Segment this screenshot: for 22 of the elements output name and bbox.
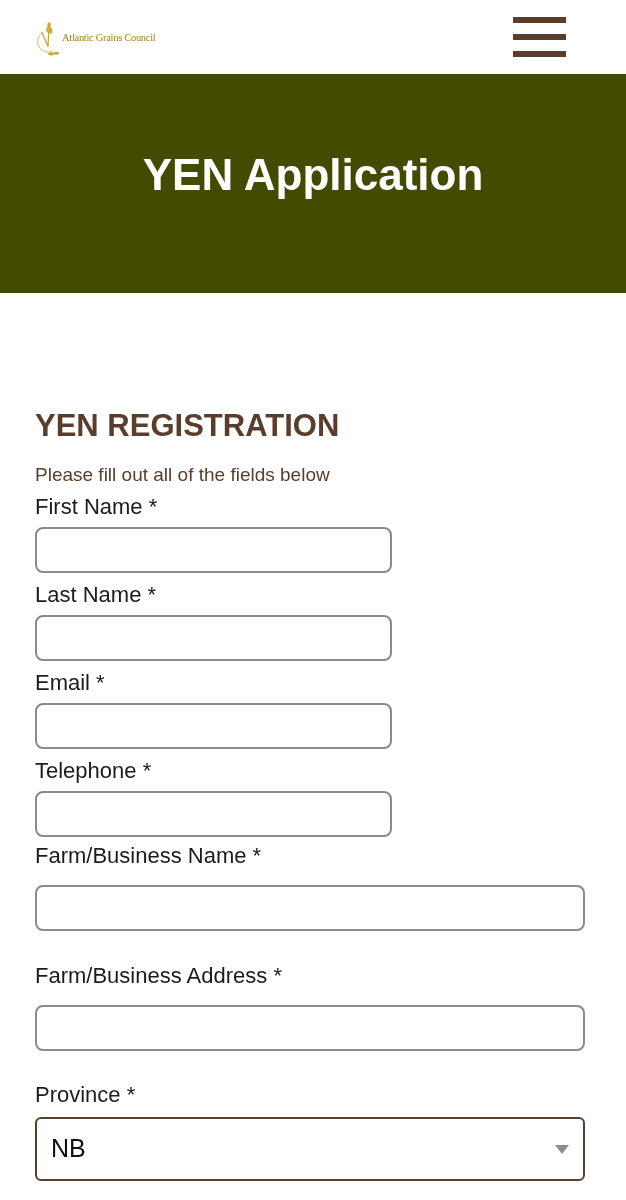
logo-text[interactable]: Atlantic Grains Council (62, 30, 156, 46)
form-intro: Please fill out all of the fields below (35, 463, 330, 487)
input-field[interactable] (35, 885, 585, 931)
wheat-logo-icon (35, 19, 61, 57)
input-field[interactable] (35, 527, 392, 573)
field-label: Telephone * (35, 757, 152, 785)
input-field[interactable] (35, 1005, 585, 1051)
input-field[interactable] (35, 791, 392, 837)
form-heading: YEN REGISTRATION (35, 407, 340, 445)
field-label: Email * (35, 669, 105, 697)
input-field[interactable] (35, 615, 392, 661)
field-label: Farm/Business Address * (35, 962, 282, 990)
page-title: YEN Application (142, 148, 484, 201)
input-field[interactable] (35, 703, 392, 749)
select-field[interactable]: NB (35, 1117, 585, 1181)
dropdown-arrow-icon (555, 1144, 569, 1154)
menu-button[interactable] (513, 17, 566, 57)
menu-icon (513, 17, 566, 57)
field-label: First Name * (35, 493, 158, 521)
field-label: Last Name * (35, 581, 157, 609)
field-label: Farm/Business Name * (35, 842, 262, 870)
field-label: Province * (35, 1081, 136, 1109)
